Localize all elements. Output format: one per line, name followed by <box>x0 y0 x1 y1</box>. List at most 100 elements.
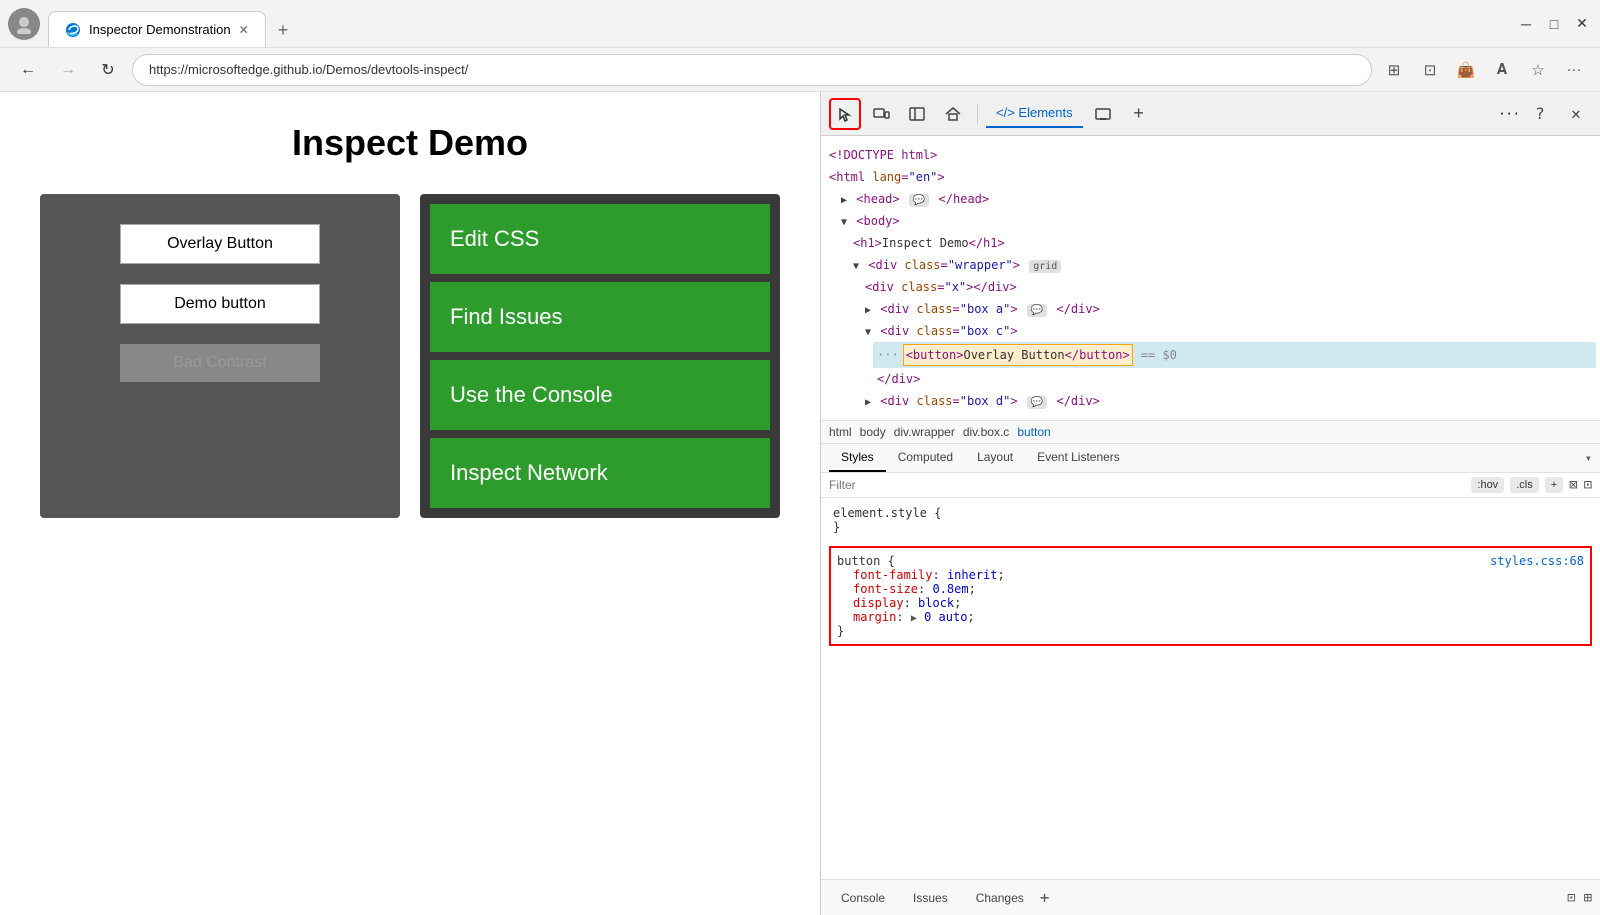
device-emulation-tool[interactable] <box>865 98 897 130</box>
style-filter-input[interactable] <box>829 478 1465 492</box>
use-console-button[interactable]: Use the Console <box>430 360 770 430</box>
css-prop-margin: margin: ▶ 0 auto; <box>837 610 1584 624</box>
dom-head[interactable]: ▶ <head> 💬 </head> <box>837 188 1596 210</box>
css-prop-display: display: block; <box>837 596 1584 610</box>
bottom-add-panel-button[interactable]: + <box>1040 888 1050 907</box>
maximize-button[interactable]: □ <box>1544 14 1564 34</box>
add-panel-button[interactable]: + <box>1123 98 1155 130</box>
close-devtools-button[interactable]: ✕ <box>1560 98 1592 130</box>
tab-bar: Inspector Demonstration ✕ + <box>48 0 1516 47</box>
tab-layout[interactable]: Layout <box>965 444 1025 472</box>
dom-div-box-d[interactable]: ▶ <div class="box d"> 💬 </div> <box>861 390 1596 412</box>
bottom-dock-icon[interactable]: ⊡ <box>1567 890 1575 906</box>
more-tools-icon[interactable]: ··· <box>1560 56 1588 84</box>
breadcrumb-wrapper[interactable]: div.wrapper <box>894 425 955 439</box>
devtools-toolbar: </> Elements + ··· ? ✕ <box>821 92 1600 136</box>
right-box: Edit CSS Find Issues Use the Console Ins… <box>420 194 780 518</box>
bottom-settings-icon[interactable]: ⊞ <box>1584 890 1592 906</box>
refresh-button[interactable]: ↻ <box>92 54 124 86</box>
bad-contrast-button[interactable]: Bad Contrast <box>120 344 320 382</box>
filter-add-button[interactable]: + <box>1545 477 1563 493</box>
page-grid: Overlay Button Demo button Bad Contrast … <box>40 194 780 518</box>
profile-avatar[interactable] <box>8 8 40 40</box>
css-button-rule-close: } <box>837 624 1584 638</box>
new-tab-button[interactable]: + <box>266 14 301 47</box>
breadcrumb-bar: html body div.wrapper div.box.c button <box>821 421 1600 444</box>
dom-div-box-c[interactable]: ▼ <div class="box c"> <box>861 320 1596 342</box>
breadcrumb-box-c[interactable]: div.box.c <box>963 425 1009 439</box>
help-button[interactable]: ? <box>1524 98 1556 130</box>
css-source-link[interactable]: styles.css:68 <box>1490 554 1584 568</box>
url-input[interactable] <box>132 54 1372 86</box>
filter-new-style-icon[interactable]: ⊠ <box>1569 477 1577 493</box>
tab-event-listeners[interactable]: Event Listeners <box>1025 444 1132 472</box>
dom-doctype: <!DOCTYPE html> <box>825 144 1596 166</box>
left-box: Overlay Button Demo button Bad Contrast <box>40 194 400 518</box>
edge-favicon-icon <box>65 22 81 38</box>
css-element-style-close: } <box>833 520 1588 534</box>
collections-icon[interactable]: ⊡ <box>1416 56 1444 84</box>
styles-tab-chevron[interactable]: ▾ <box>1585 444 1592 472</box>
elements-tab[interactable]: </> Elements <box>986 99 1083 128</box>
dom-h1[interactable]: <h1>Inspect Demo</h1> <box>849 232 1596 254</box>
css-element-style-selector: element.style { <box>833 506 1588 520</box>
dom-div-x[interactable]: <div class="x"></div> <box>861 276 1596 298</box>
title-bar: Inspector Demonstration ✕ + ─ □ ✕ <box>0 0 1600 48</box>
split-screen-icon[interactable]: ⊞ <box>1380 56 1408 84</box>
close-window-button[interactable]: ✕ <box>1572 14 1592 34</box>
filter-cls-button[interactable]: .cls <box>1510 477 1539 493</box>
more-label: ··· <box>1498 107 1520 121</box>
dom-div-close: </div> <box>873 368 1596 390</box>
inspect-network-button[interactable]: Inspect Network <box>430 438 770 508</box>
css-button-rule-header: button { styles.css:68 <box>837 554 1584 568</box>
page-heading: Inspect Demo <box>292 122 528 164</box>
home-tool[interactable] <box>937 98 969 130</box>
sidebar-tool[interactable] <box>901 98 933 130</box>
window-controls: ─ □ ✕ <box>1516 14 1592 34</box>
toolbar-separator <box>977 104 978 124</box>
favorites-icon[interactable]: ☆ <box>1524 56 1552 84</box>
edit-css-button[interactable]: Edit CSS <box>430 204 770 274</box>
breadcrumb-button[interactable]: button <box>1017 425 1050 439</box>
filter-toggle-icon[interactable]: ⊡ <box>1584 477 1592 493</box>
read-aloud-icon[interactable]: 𝐀 <box>1488 56 1516 84</box>
find-issues-button[interactable]: Find Issues <box>430 282 770 352</box>
css-prop-font-family: font-family: inherit; <box>837 568 1584 582</box>
breadcrumb-html[interactable]: html <box>829 425 852 439</box>
browser-tab[interactable]: Inspector Demonstration ✕ <box>48 11 266 47</box>
wallet-icon[interactable]: 👜 <box>1452 56 1480 84</box>
dom-tree: <!DOCTYPE html> <html lang="en"> ▶ <head… <box>821 136 1600 421</box>
back-button[interactable]: ← <box>12 54 44 86</box>
dom-wrapper-div[interactable]: ▼ <div class="wrapper"> grid <box>849 254 1596 276</box>
more-tools-button[interactable]: ··· <box>1498 107 1520 121</box>
inspect-element-tool[interactable] <box>829 98 861 130</box>
dom-button-selected[interactable]: ··· <button>Overlay Button</button> == $… <box>873 342 1596 368</box>
minimize-button[interactable]: ─ <box>1516 14 1536 34</box>
tab-close-button[interactable]: ✕ <box>239 23 249 37</box>
forward-button[interactable]: → <box>52 54 84 86</box>
address-bar: ← → ↻ ⊞ ⊡ 👜 𝐀 ☆ ··· <box>0 48 1600 92</box>
css-button-rule-block: button { styles.css:68 font-family: inhe… <box>829 546 1592 646</box>
page-content: Inspect Demo Overlay Button Demo button … <box>0 92 820 915</box>
bottom-tab-console[interactable]: Console <box>829 885 897 911</box>
bottom-right-icons: ⊡ ⊞ <box>1567 890 1592 906</box>
tab-computed[interactable]: Computed <box>886 444 965 472</box>
tab-styles[interactable]: Styles <box>829 444 886 472</box>
css-rules: element.style { } button { styles.css:68… <box>821 498 1600 879</box>
overlay-button[interactable]: Overlay Button <box>120 224 320 264</box>
css-prop-font-size: font-size: 0.8em; <box>837 582 1584 596</box>
dom-html[interactable]: <html lang="en"> <box>825 166 1596 188</box>
breadcrumb-body[interactable]: body <box>860 425 886 439</box>
screencast-tool[interactable] <box>1087 98 1119 130</box>
tab-title: Inspector Demonstration <box>89 22 231 37</box>
dom-body[interactable]: ▼ <body> <box>837 210 1596 232</box>
filter-hov-button[interactable]: :hov <box>1471 477 1504 493</box>
bottom-tab-issues[interactable]: Issues <box>901 885 960 911</box>
dom-div-box-a[interactable]: ▶ <div class="box a"> 💬 </div> <box>861 298 1596 320</box>
css-element-style-block: element.style { } <box>829 502 1592 538</box>
bottom-tab-changes[interactable]: Changes <box>964 885 1036 911</box>
demo-button[interactable]: Demo button <box>120 284 320 324</box>
styles-tabs: Styles Computed Layout Event Listeners ▾ <box>821 444 1600 473</box>
filter-bar: :hov .cls + ⊠ ⊡ <box>821 473 1600 498</box>
address-bar-icons: ⊞ ⊡ 👜 𝐀 ☆ ··· <box>1380 56 1588 84</box>
